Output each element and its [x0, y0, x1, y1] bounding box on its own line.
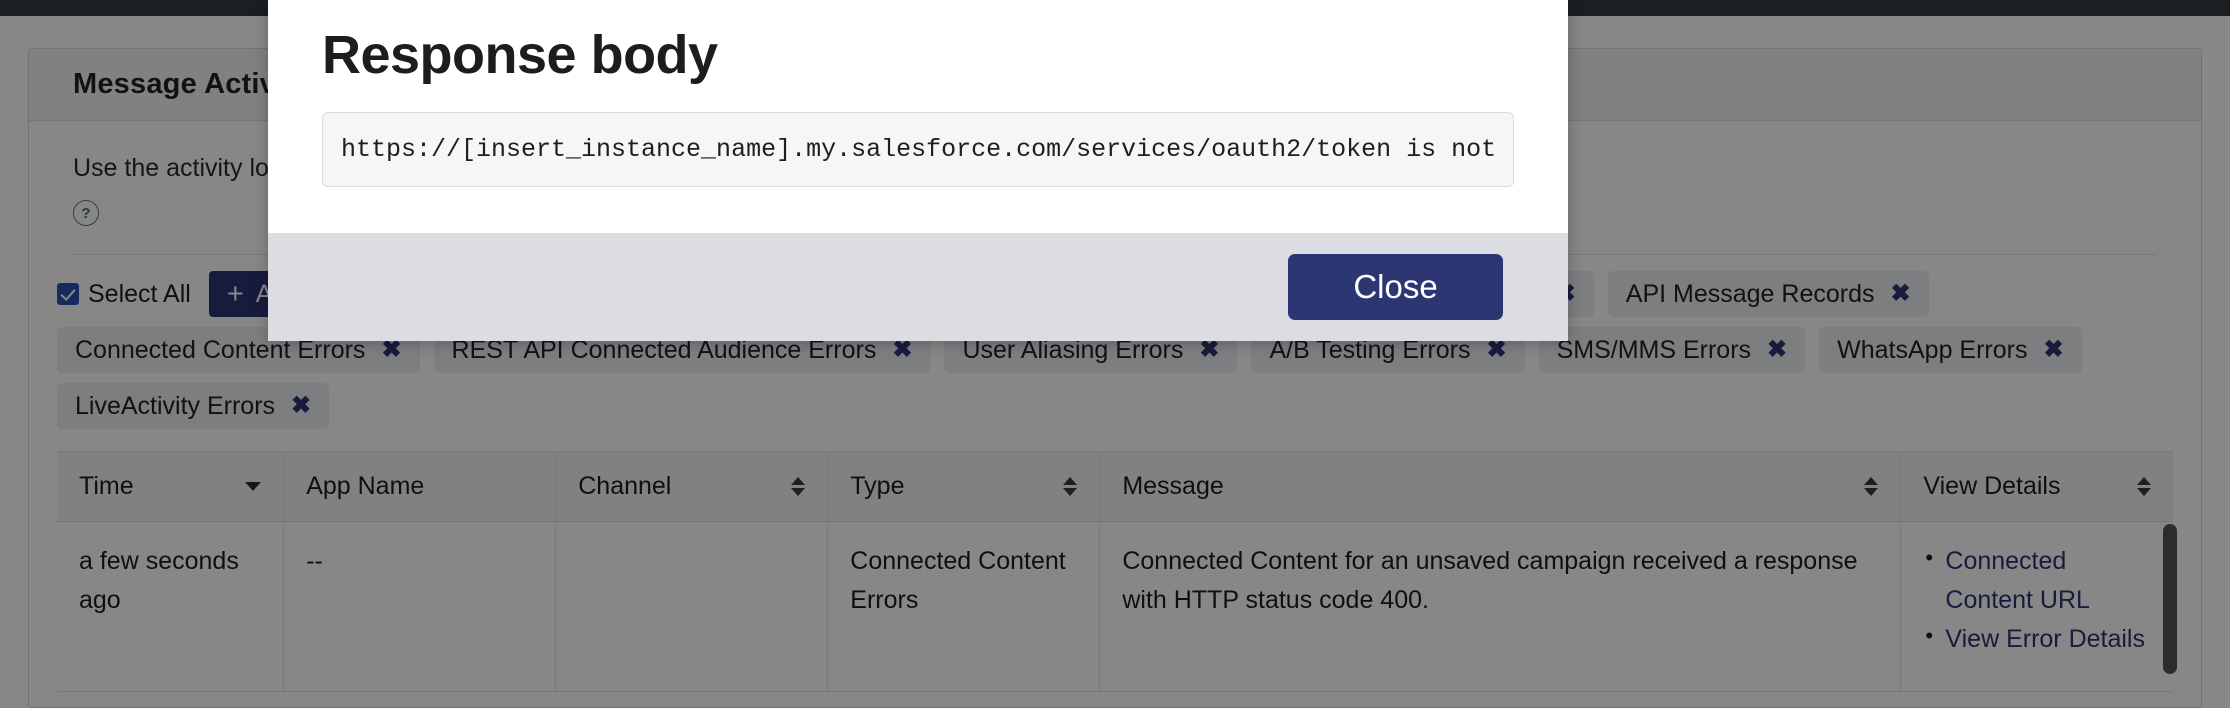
- response-body-modal: Response body https://[insert_instance_n…: [268, 0, 1568, 341]
- modal-footer: Close: [268, 233, 1568, 341]
- modal-body: Response body https://[insert_instance_n…: [268, 0, 1568, 233]
- screen: Message Activity Log Use the activity lo…: [0, 0, 2230, 708]
- close-button[interactable]: Close: [1288, 254, 1503, 320]
- modal-title: Response body: [322, 25, 718, 85]
- response-body-text: https://[insert_instance_name].my.salesf…: [322, 112, 1514, 187]
